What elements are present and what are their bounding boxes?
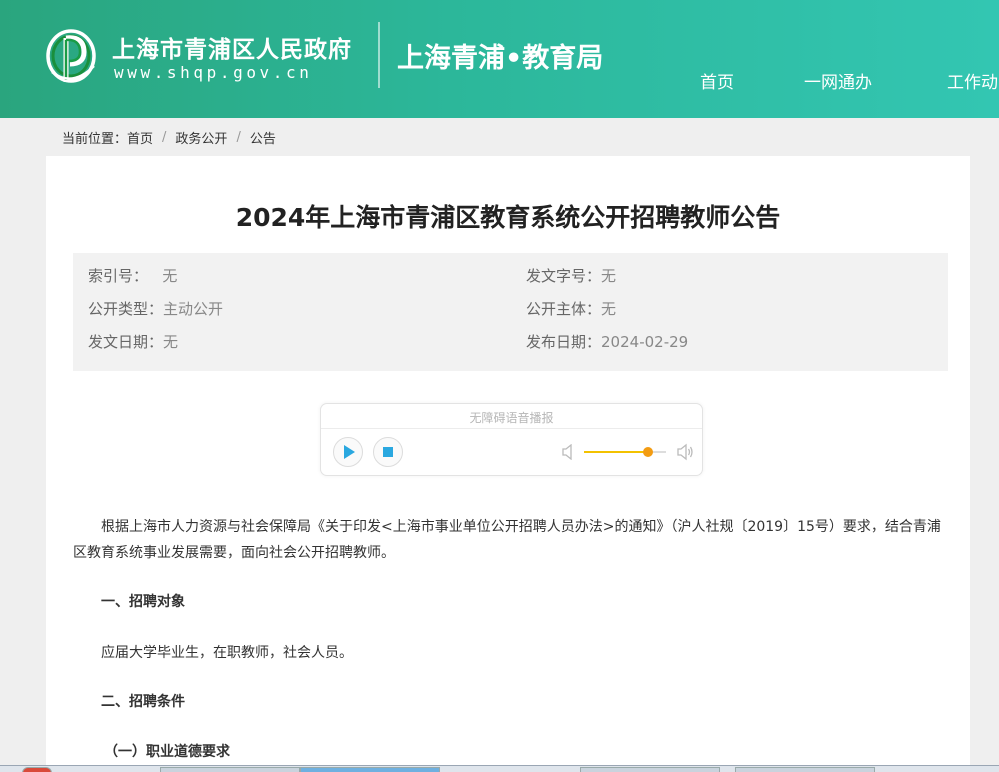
breadcrumb-label: 当前位置： [62,132,128,147]
taskbar-window-button[interactable] [580,767,720,772]
volume-slider-fill [584,451,648,453]
os-taskbar [0,765,999,772]
meta-subject-label: 公开主体： [526,300,602,318]
nav-item-work-updates[interactable]: 工作动 [947,68,998,93]
meta-pub-date: 发布日期：2024-02-29 [526,331,688,352]
meta-doc-no-value: 无 [601,267,617,285]
nav-item-home[interactable]: 首页 [700,68,734,93]
department-name[interactable]: 上海青浦•教育局 [397,36,603,75]
breadcrumb-announcement[interactable]: 公告 [250,128,276,147]
audio-progress-bar[interactable] [321,428,702,429]
article-title: 2024年上海市青浦区教育系统公开招聘教师公告 [235,203,781,232]
meta-type-label: 公开类型： [88,300,164,318]
breadcrumb: 当前位置： 首页 / 政务公开 / 公告 [62,128,276,147]
stop-icon [383,447,393,457]
subsection-heading: （一）职业道德要求 [104,744,230,760]
meta-index-value: 无 [162,267,178,285]
meta-doc-no-label: 发文字号： [526,267,602,285]
play-button[interactable] [333,437,363,467]
header-divider [378,22,380,88]
taskbar-window-button[interactable] [160,767,300,772]
section-heading: 一、招聘对象 [101,594,185,610]
meta-type-value: 主动公开 [163,300,224,318]
breadcrumb-gov-affairs[interactable]: 政务公开 [175,128,227,147]
article-paragraph: 根据上海市人力资源与社会保障局《关于印发<上海市事业单位公开招聘人员办法>的通知… [73,519,941,561]
meta-index: 索引号： 无 [88,265,177,286]
meta-doc-no: 发文字号：无 [526,265,616,286]
article-meta-box: 索引号： 无 发文字号：无 公开类型：主动公开 公开主体：无 发文日期：无 发布… [73,253,948,371]
volume-slider-knob[interactable] [642,447,653,457]
government-url[interactable]: www.shqp.gov.cn [114,63,313,82]
volume-slider[interactable] [584,447,666,457]
meta-index-label: 索引号： [88,267,149,285]
meta-subject: 公开主体：无 [526,298,616,319]
meta-pub-date-value: 2024-02-29 [601,333,689,351]
stop-button[interactable] [373,437,403,467]
article-panel: 2024年上海市青浦区教育系统公开招聘教师公告 索引号： 无 发文字号：无 公开… [46,156,970,772]
audio-player-title: 无障碍语音播报 [469,411,554,425]
meta-doc-date: 发文日期：无 [88,331,178,352]
audio-player: 无障碍语音播报 [320,403,703,476]
meta-type: 公开类型：主动公开 [88,298,223,319]
meta-pub-date-label: 发布日期： [526,333,602,351]
taskbar-start-button[interactable] [22,767,52,772]
meta-subject-value: 无 [601,300,617,318]
breadcrumb-separator: / [162,130,167,145]
nav-item-one-stop-service[interactable]: 一网通办 [804,68,872,93]
breadcrumb-home[interactable]: 首页 [127,128,153,147]
government-name[interactable]: 上海市青浦区人民政府 [112,30,352,64]
meta-doc-date-label: 发文日期： [88,333,164,351]
taskbar-window-button[interactable] [300,767,440,772]
section-heading: 二、招聘条件 [101,694,185,710]
play-icon [344,445,355,459]
site-header: 上海市青浦区人民政府 www.shqp.gov.cn 上海青浦•教育局 首页 一… [0,0,999,118]
qingpu-logo-icon [46,29,96,83]
meta-doc-date-value: 无 [163,333,179,351]
breadcrumb-separator: / [236,130,241,145]
article-paragraph: 应届大学毕业生，在职教师，社会人员。 [101,645,353,661]
volume-max-icon[interactable] [676,443,694,461]
taskbar-window-button[interactable] [735,767,875,772]
volume-mute-icon[interactable] [561,444,575,460]
